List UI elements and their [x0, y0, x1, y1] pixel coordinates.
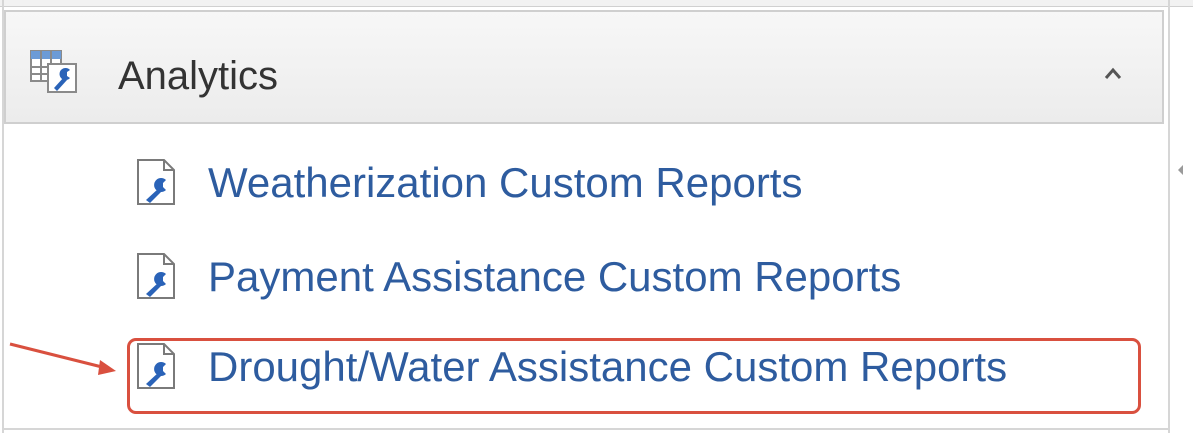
menu-item-label[interactable]: Payment Assistance Custom Reports — [208, 252, 901, 302]
splitter-collapse-arrow-icon[interactable] — [1178, 165, 1183, 175]
chevron-up-icon[interactable] — [1104, 66, 1122, 80]
report-wrench-icon — [136, 252, 180, 300]
navigation-panel: Analytics Weatherization Custom Reports — [0, 0, 1193, 433]
annotation-arrow-icon — [0, 330, 130, 390]
report-wrench-icon — [136, 158, 180, 206]
bottom-divider — [4, 428, 1168, 430]
top-divider — [0, 0, 1193, 7]
analytics-report-icon — [30, 50, 82, 96]
menu-item-label[interactable]: Weatherization Custom Reports — [208, 158, 802, 208]
menu-item-payment-assistance-custom-reports[interactable]: Payment Assistance Custom Reports — [130, 240, 1140, 310]
section-title: Analytics — [118, 54, 279, 98]
panel-right-border — [1168, 0, 1170, 433]
analytics-section-header[interactable]: Analytics — [4, 10, 1164, 124]
highlight-annotation-box — [127, 338, 1141, 414]
menu-item-weatherization-custom-reports[interactable]: Weatherization Custom Reports — [130, 146, 1140, 216]
